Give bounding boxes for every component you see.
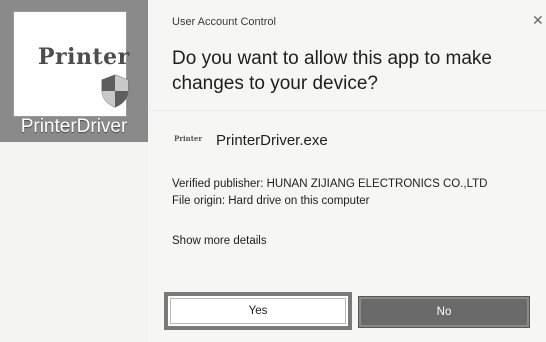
app-name: PrinterDriver.exe [216, 132, 328, 149]
app-logo-text: Printer [38, 44, 130, 70]
yes-button[interactable]: Yes [164, 292, 352, 330]
show-more-details-link[interactable]: Show more details [172, 235, 267, 247]
no-button-label: No [436, 306, 452, 318]
no-button[interactable]: No [358, 296, 530, 328]
verified-publisher: Verified publisher: HUNAN ZIJIANG ELECTR… [172, 178, 488, 190]
shortcut-label: PrinterDriver [20, 116, 128, 137]
shield-icon [101, 74, 129, 108]
uac-dialog: User Account Control ✕ Do you want to al… [148, 0, 546, 342]
close-icon[interactable]: ✕ [532, 12, 544, 29]
desktop-shortcut-printerdriver[interactable]: Printer PrinterDriver [0, 0, 148, 142]
file-origin: File origin: Hard drive on this computer [172, 195, 370, 207]
uac-question: Do you want to allow this app to make ch… [172, 48, 493, 94]
header-divider [148, 110, 546, 111]
yes-button-label: Yes [248, 305, 268, 317]
printer-app-icon: Printer [14, 12, 129, 116]
app-mini-logo: Printer [174, 134, 203, 143]
dialog-title: User Account Control [172, 16, 276, 28]
